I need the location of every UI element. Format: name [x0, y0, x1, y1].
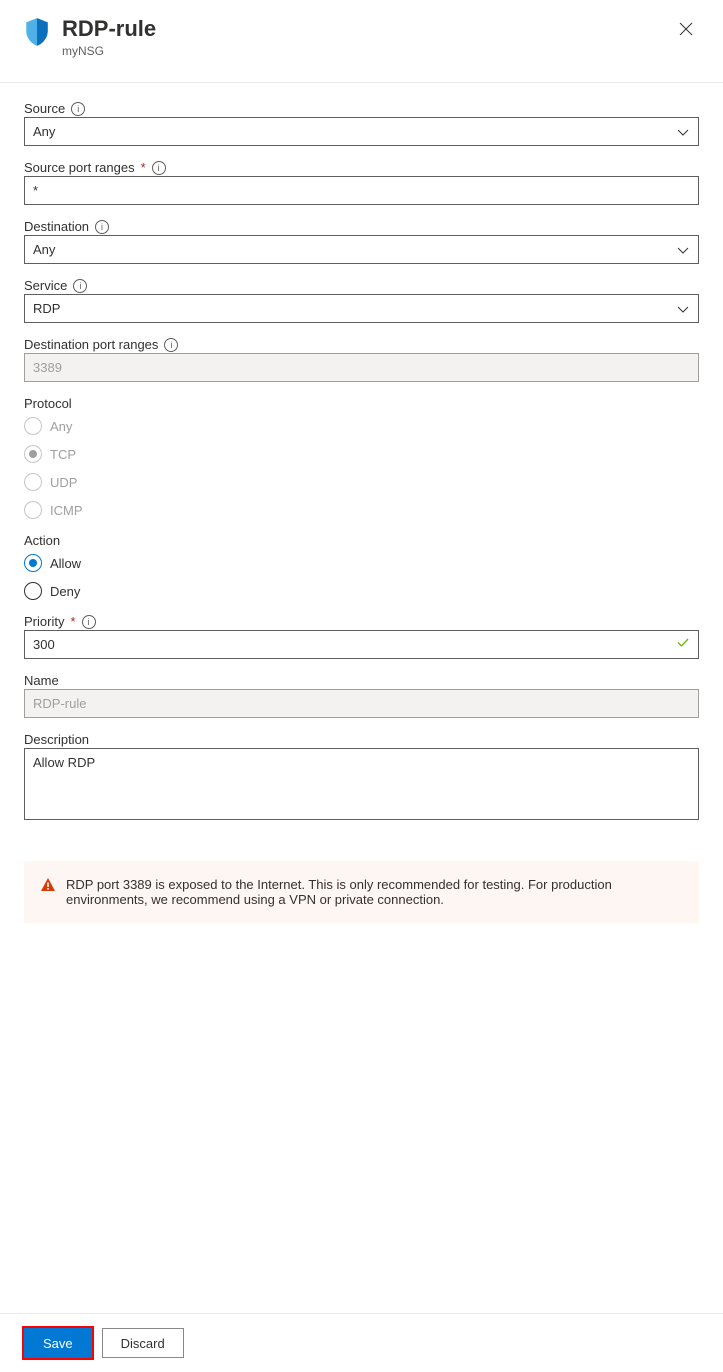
info-icon[interactable]: i	[95, 220, 109, 234]
header: RDP-rule myNSG	[0, 0, 723, 83]
chevron-down-icon	[676, 243, 690, 257]
priority-label: Priority	[24, 614, 64, 629]
check-icon	[675, 634, 691, 655]
radio-icon	[24, 445, 42, 463]
destination-port-ranges-input	[24, 353, 699, 382]
radio-icon	[24, 473, 42, 491]
source-select[interactable]: Any	[24, 117, 699, 146]
priority-input[interactable]	[24, 630, 699, 659]
name-field: Name	[24, 673, 699, 718]
chevron-down-icon	[676, 125, 690, 139]
radio-icon	[24, 501, 42, 519]
protocol-tcp-radio: TCP	[24, 445, 699, 463]
form: Source i Any Source port ranges * i Dest…	[0, 83, 723, 843]
protocol-label: Protocol	[24, 396, 72, 411]
destination-label: Destination	[24, 219, 89, 234]
warning-text: RDP port 3389 is exposed to the Internet…	[66, 877, 683, 907]
destination-port-ranges-label: Destination port ranges	[24, 337, 158, 352]
protocol-udp-label: UDP	[50, 475, 77, 490]
source-field: Source i Any	[24, 101, 699, 146]
protocol-tcp-label: TCP	[50, 447, 76, 462]
info-icon[interactable]: i	[71, 102, 85, 116]
service-select[interactable]: RDP	[24, 294, 699, 323]
info-icon[interactable]: i	[82, 615, 96, 629]
source-label: Source	[24, 101, 65, 116]
protocol-icmp-radio: ICMP	[24, 501, 699, 519]
protocol-any-radio: Any	[24, 417, 699, 435]
radio-icon	[24, 554, 42, 572]
source-port-ranges-field: Source port ranges * i	[24, 160, 699, 205]
description-input[interactable]	[24, 748, 699, 820]
description-field: Description	[24, 732, 699, 825]
service-field: Service i RDP	[24, 278, 699, 323]
action-deny-radio[interactable]: Deny	[24, 582, 699, 600]
warning-icon	[40, 877, 56, 907]
required-asterisk: *	[141, 160, 146, 175]
radio-icon	[24, 582, 42, 600]
name-label: Name	[24, 673, 59, 688]
discard-button[interactable]: Discard	[102, 1328, 184, 1358]
action-allow-radio[interactable]: Allow	[24, 554, 699, 572]
source-port-ranges-label: Source port ranges	[24, 160, 135, 175]
service-label: Service	[24, 278, 67, 293]
close-button[interactable]	[673, 16, 699, 47]
priority-field: Priority * i	[24, 614, 699, 659]
protocol-udp-radio: UDP	[24, 473, 699, 491]
destination-port-ranges-field: Destination port ranges i	[24, 337, 699, 382]
warning-banner: RDP port 3389 is exposed to the Internet…	[24, 861, 699, 923]
name-input	[24, 689, 699, 718]
info-icon[interactable]: i	[73, 279, 87, 293]
required-asterisk: *	[70, 614, 75, 629]
protocol-field: Protocol Any TCP UDP ICMP	[24, 396, 699, 519]
action-label: Action	[24, 533, 60, 548]
footer: Save Discard	[0, 1313, 723, 1372]
source-value: Any	[33, 124, 55, 139]
action-deny-label: Deny	[50, 584, 80, 599]
shield-icon	[24, 16, 50, 48]
action-field: Action Allow Deny	[24, 533, 699, 600]
protocol-icmp-label: ICMP	[50, 503, 83, 518]
destination-field: Destination i Any	[24, 219, 699, 264]
destination-value: Any	[33, 242, 55, 257]
protocol-any-label: Any	[50, 419, 72, 434]
destination-select[interactable]: Any	[24, 235, 699, 264]
title-block: RDP-rule myNSG	[62, 16, 661, 58]
description-label: Description	[24, 732, 89, 747]
page-subtitle: myNSG	[62, 44, 661, 58]
action-allow-label: Allow	[50, 556, 81, 571]
page-title: RDP-rule	[62, 16, 661, 42]
chevron-down-icon	[676, 302, 690, 316]
service-value: RDP	[33, 301, 60, 316]
info-icon[interactable]: i	[164, 338, 178, 352]
source-port-ranges-input[interactable]	[24, 176, 699, 205]
radio-icon	[24, 417, 42, 435]
save-button[interactable]: Save	[24, 1328, 92, 1358]
info-icon[interactable]: i	[152, 161, 166, 175]
